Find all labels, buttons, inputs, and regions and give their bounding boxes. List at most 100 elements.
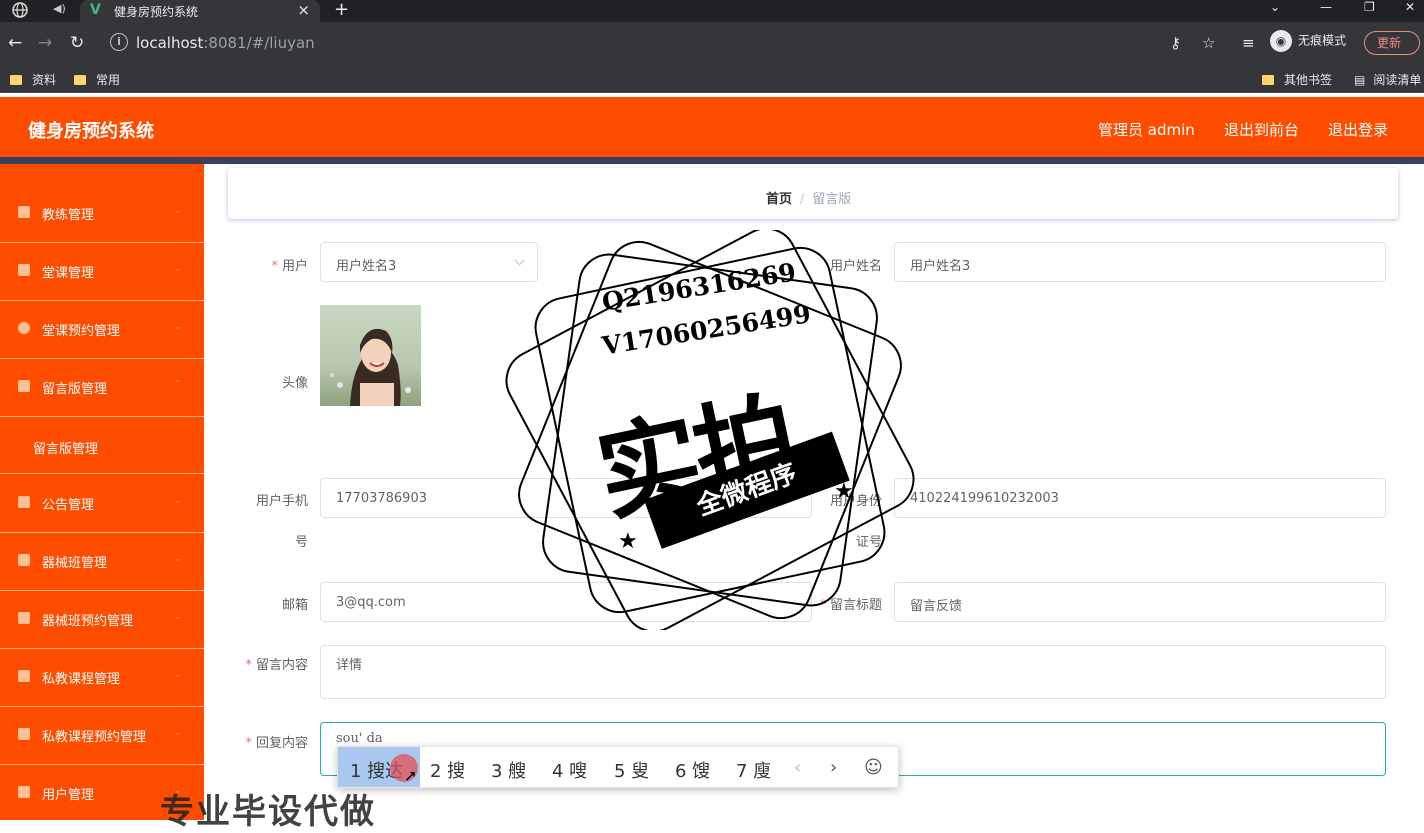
tab-title: 健身房预约系统	[114, 5, 199, 19]
sidebar-item-message-board[interactable]: 留言版管理 ⌃	[0, 360, 204, 417]
incognito-badge[interactable]: ◉ 无痕模式	[1270, 30, 1346, 52]
username-field[interactable]: 用户姓名3	[894, 242, 1386, 282]
chevron-down-icon: ⌄	[173, 321, 182, 332]
media-list-icon[interactable]: ≡	[1242, 34, 1255, 52]
url-text[interactable]: localhost:8081/#/liuyan	[136, 34, 315, 52]
ime-candidate-bar: 1 搜达 2 搜 3 艘 4 嗖 5 叟 6 馊 7 廋 ‹ › ☺	[337, 746, 899, 788]
avatar-image	[320, 305, 421, 406]
bookmarks-bar: 资料 常用 其他书签 ▤ 阅读清单	[0, 64, 1424, 93]
new-tab-icon[interactable]: +	[334, 0, 349, 20]
reload-icon[interactable]: ↻	[70, 33, 84, 53]
ime-candidate[interactable]: 7 廋	[736, 757, 771, 783]
vue-favicon-icon: V	[90, 2, 101, 18]
menu-icon	[18, 728, 30, 740]
user-label: * 用户	[271, 259, 308, 274]
restore-icon[interactable]: ❐	[1364, 0, 1375, 14]
reading-list[interactable]: ▤ 阅读清单	[1354, 71, 1421, 88]
menu-icon	[18, 206, 30, 218]
back-icon[interactable]: ←	[8, 33, 22, 53]
sidebar-item-coach[interactable]: 教练管理 ⌄	[0, 186, 204, 243]
bookmark-other[interactable]: 其他书签	[1262, 71, 1332, 88]
idcard-field[interactable]: 410224199610232003	[894, 478, 1386, 518]
sidebar-item-label: 用户管理	[42, 788, 95, 803]
site-info-icon[interactable]: i	[110, 33, 128, 51]
speaker-icon[interactable]: ◀)	[53, 2, 66, 15]
sidebar-item-label: 堂课管理	[42, 266, 95, 281]
admin-label: 管理员 admin	[1098, 121, 1195, 139]
exit-to-front-link[interactable]: 退出到前台	[1224, 119, 1299, 140]
submenu-message-board[interactable]: 留言版管理	[0, 418, 204, 474]
sidebar-item-equipment-booking[interactable]: 器械班预约管理 ⌄	[0, 592, 204, 649]
avatar-label: 头像	[281, 376, 308, 391]
ime-candidate[interactable]: 5 叟	[614, 757, 649, 783]
sidebar-item-label: 器械班预约管理	[42, 614, 134, 629]
breadcrumb-home[interactable]: 首页	[766, 192, 792, 207]
sidebar-item-label: 器械班管理	[42, 556, 108, 571]
sidebar-item-label: 私教课程管理	[42, 672, 121, 687]
chevron-down-icon: ⌄	[173, 669, 182, 680]
globe-icon	[12, 2, 28, 18]
app-title: 健身房预约系统	[28, 121, 154, 142]
user-icon	[18, 786, 30, 798]
sidebar-item-label: 教练管理	[42, 208, 95, 223]
bookmark-folder-ziliao[interactable]: 资料	[10, 71, 56, 88]
logout-link[interactable]: 退出登录	[1328, 119, 1388, 140]
browser-tab[interactable]: V 健身房预约系统 ×	[80, 0, 320, 22]
message-title-field[interactable]: 留言反馈	[894, 582, 1386, 622]
bookmark-folder-changyong[interactable]: 常用	[74, 71, 120, 88]
star-icon[interactable]: ☆	[1202, 34, 1215, 52]
key-icon[interactable]: ⚷	[1170, 34, 1181, 52]
breadcrumb: 首页 / 留言版	[766, 188, 851, 207]
update-button[interactable]: 更新	[1364, 31, 1420, 55]
ime-candidate[interactable]: 3 艘	[491, 757, 526, 783]
sidebar-item-label: 留言版管理	[42, 382, 108, 397]
close-window-icon[interactable]: ✕	[1405, 0, 1415, 14]
breadcrumb-separator: /	[800, 192, 805, 207]
message-content-textarea[interactable]: 详情	[320, 645, 1386, 699]
reply-content-label: * 回复内容	[245, 736, 308, 751]
sidebar-item-label: 私教课程预约管理	[42, 730, 147, 745]
chevron-down-icon: ⌄	[173, 553, 182, 564]
chevron-down-icon: ⌄	[173, 727, 182, 738]
address-bar[interactable]: i localhost:8081/#/liuyan	[102, 27, 1228, 59]
message-content-label: * 留言内容	[245, 658, 308, 673]
breadcrumb-current: 留言版	[812, 192, 852, 207]
minimize-icon[interactable]: —	[1320, 0, 1332, 14]
forward-icon[interactable]: →	[38, 33, 52, 53]
app-header: 健身房预约系统 管理员 admin 退出到前台 退出登录	[0, 97, 1424, 157]
ime-candidate[interactable]: 6 馊	[675, 757, 710, 783]
chevron-up-icon: ⌃	[173, 379, 182, 390]
folder-icon	[74, 75, 86, 85]
sidebar-item-private-course[interactable]: 私教课程管理 ⌄	[0, 650, 204, 707]
folder-icon	[10, 75, 22, 85]
chevron-down-icon: ⌄	[173, 495, 182, 506]
header-divider	[0, 157, 1424, 164]
sidebar-item-class-booking[interactable]: 堂课预约管理 ⌄	[0, 302, 204, 359]
ime-prev-icon[interactable]: ‹	[794, 757, 801, 778]
bottom-watermark: 专业毕设代做	[160, 792, 376, 832]
sidebar-item-equipment[interactable]: 器械班管理 ⌄	[0, 534, 204, 591]
ime-candidate[interactable]: 2 搜	[430, 757, 465, 783]
tab-close-icon[interactable]: ×	[297, 1, 310, 19]
tab-search-icon[interactable]: ⌄	[1270, 0, 1280, 14]
ime-next-icon[interactable]: ›	[830, 757, 837, 778]
chevron-down-icon: ⌄	[173, 611, 182, 622]
ime-candidate[interactable]: 4 嗖	[552, 757, 587, 783]
sidebar-item-class[interactable]: 堂课管理 ⌄	[0, 244, 204, 301]
reading-list-icon: ▤	[1354, 73, 1366, 87]
browser-toolbar: ← → ↻ i localhost:8081/#/liuyan ⚷ ☆ ≡ ◉ 无…	[0, 22, 1424, 64]
sidebar-item-label: 堂课预约管理	[42, 324, 121, 339]
sidebar: 教练管理 ⌄ 堂课管理 ⌄ 堂课预约管理 ⌄ 留言版管理 ⌃ 留言版管理 公告管…	[0, 164, 204, 820]
submenu-label: 留言版管理	[33, 442, 99, 457]
mouse-pointer-icon: ➚	[404, 766, 418, 785]
sidebar-item-label: 公告管理	[42, 498, 95, 513]
menu-icon	[18, 496, 30, 508]
browser-tabbar: ◀) V 健身房预约系统 × + ⌄ — ❐ ✕	[0, 0, 1424, 22]
sidebar-item-private-course-booking[interactable]: 私教课程预约管理 ⌄	[0, 708, 204, 765]
ime-emoji-icon[interactable]: ☺	[864, 757, 883, 778]
folder-icon	[1262, 75, 1274, 85]
chevron-down-icon: ⌄	[173, 263, 182, 274]
sidebar-item-notice[interactable]: 公告管理 ⌄	[0, 476, 204, 533]
email-label: 邮箱	[281, 598, 308, 613]
menu-icon	[18, 554, 30, 566]
